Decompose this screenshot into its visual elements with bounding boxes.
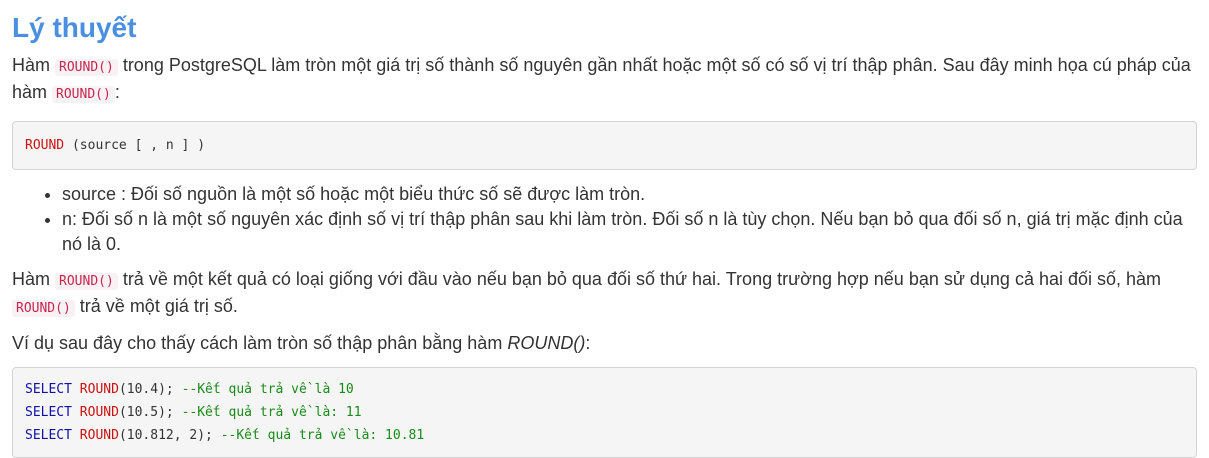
example-intro-paragraph: Ví dụ sau đây cho thấy cách làm tròn số … bbox=[12, 331, 1197, 356]
text: : bbox=[114, 82, 120, 102]
code-line: SELECT ROUND(10.5); --Kết quả trả về là:… bbox=[25, 401, 1184, 424]
code-function: ROUND bbox=[79, 405, 119, 420]
code-text: (10.5); bbox=[118, 405, 182, 420]
return-paragraph: Hàm ROUND() trả về một kết quả có loại g… bbox=[12, 267, 1197, 321]
code-line: SELECT ROUND(10.4); --Kết quả trả về là … bbox=[25, 378, 1184, 401]
example-code-block[interactable]: SELECT ROUND(10.4); --Kết quả trả về là … bbox=[12, 367, 1197, 458]
text: trả về một kết quả có loại giống với đầu… bbox=[117, 269, 1162, 289]
text: : bbox=[585, 333, 591, 353]
code-function: ROUND bbox=[79, 428, 119, 443]
text: Hàm bbox=[12, 269, 56, 289]
code-keyword: SELECT bbox=[25, 382, 72, 397]
section-title: Lý thuyết bbox=[12, 12, 137, 43]
code-line: SELECT ROUND(10.812, 2); --Kết quả trả v… bbox=[25, 424, 1184, 447]
inline-code-round: ROUND() bbox=[52, 86, 115, 103]
intro-paragraph: Hàm ROUND() trong PostgreSQL làm tròn mộ… bbox=[12, 53, 1197, 107]
inline-code-round: ROUND() bbox=[12, 300, 75, 317]
list-item: n: Đối số n là một số nguyên xác định số… bbox=[62, 207, 1197, 257]
code-keyword: SELECT bbox=[25, 405, 72, 420]
content-area: Lý thuyết Hàm ROUND() trong PostgreSQL l… bbox=[0, 0, 1209, 458]
inline-code-round: ROUND() bbox=[55, 59, 118, 76]
code-keyword: SELECT bbox=[25, 428, 72, 443]
argument-list: source : Đối số nguồn là một số hoặc một… bbox=[12, 182, 1197, 257]
text: Ví dụ sau đây cho thấy cách làm tròn số … bbox=[12, 333, 508, 353]
text: trả về một giá trị số. bbox=[74, 296, 238, 316]
text: trong PostgreSQL làm tròn một giá trị số… bbox=[12, 55, 1191, 102]
text: Hàm bbox=[12, 55, 56, 75]
code-text: (source [ , n ] ) bbox=[64, 138, 206, 153]
emphasis-round: ROUND() bbox=[507, 333, 586, 353]
code-comment: --Kết quả trả về là 10 bbox=[181, 382, 354, 397]
list-item: source : Đối số nguồn là một số hoặc một… bbox=[62, 182, 1197, 207]
code-keyword: ROUND bbox=[25, 138, 65, 153]
code-comment: --Kết quả trả về là: 11 bbox=[181, 405, 362, 420]
code-text: (10.4); bbox=[118, 382, 182, 397]
code-function: ROUND bbox=[79, 382, 119, 397]
code-comment: --Kết quả trả về là: 10.81 bbox=[220, 428, 425, 443]
inline-code-round: ROUND() bbox=[55, 273, 118, 290]
syntax-code-block[interactable]: ROUND (source [ , n ] ) bbox=[12, 121, 1197, 170]
code-text: (10.812, 2); bbox=[118, 428, 221, 443]
